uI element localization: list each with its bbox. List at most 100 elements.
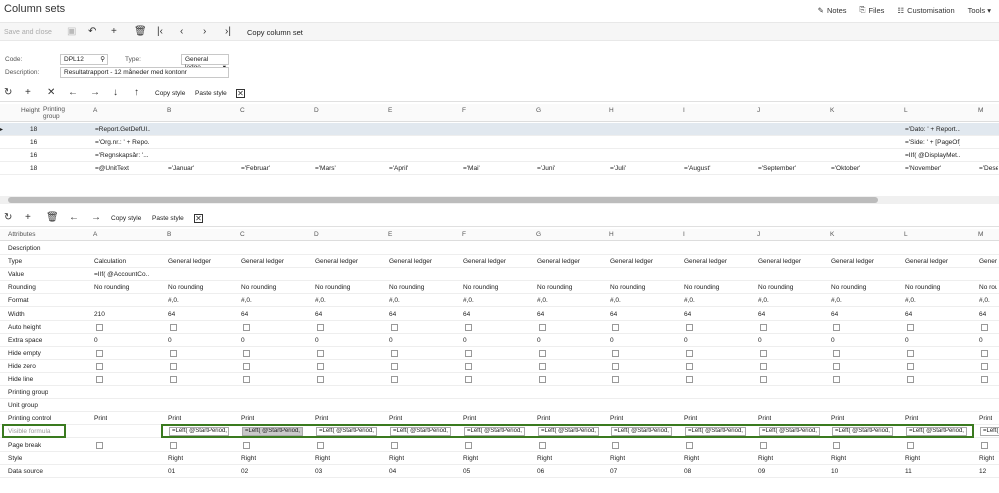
checkbox[interactable]: [907, 323, 914, 331]
checkbox[interactable]: [907, 376, 914, 383]
add-icon[interactable]: +: [111, 26, 117, 37]
code-field[interactable]: DPL12 ⚲: [60, 54, 108, 65]
checkbox[interactable]: [907, 441, 914, 449]
visible-formula-input[interactable]: =Left( @StartPeriod, 2...: [538, 427, 599, 437]
tools-menu[interactable]: Tools ▾: [968, 5, 991, 15]
description-field[interactable]: Resultatrapport - 12 måneder med kontonr: [60, 67, 229, 78]
save-close-button[interactable]: Save and close: [4, 29, 52, 36]
checkbox[interactable]: [760, 349, 767, 357]
clear-formatting-icon[interactable]: ✕: [236, 89, 245, 98]
checkbox[interactable]: [833, 362, 840, 370]
customisation-button[interactable]: ☷ Customisation: [897, 5, 954, 15]
checkbox[interactable]: [170, 376, 177, 383]
checkbox[interactable]: [539, 349, 546, 357]
arrow-left-icon[interactable]: ←: [69, 212, 79, 223]
horizontal-scrollbar[interactable]: [0, 196, 999, 204]
checkbox[interactable]: [317, 349, 324, 357]
checkbox[interactable]: [760, 362, 767, 370]
undo-icon[interactable]: ↶: [88, 26, 96, 37]
checkbox[interactable]: [170, 362, 177, 370]
checkbox[interactable]: [391, 441, 398, 449]
checkbox[interactable]: [170, 349, 177, 357]
visible-formula-input[interactable]: =Left( @StartPeriod, 2...: [759, 427, 820, 437]
checkbox[interactable]: [391, 376, 398, 383]
checkbox[interactable]: [170, 441, 177, 449]
refresh-icon[interactable]: ↻: [4, 212, 12, 223]
copy-style-button[interactable]: Copy style: [111, 215, 141, 222]
checkbox[interactable]: [981, 376, 988, 383]
table-row[interactable]: 18 =@UnitText ='Januar' ='Februar' ='Mars' ='…: [0, 162, 999, 175]
checkbox[interactable]: [612, 349, 619, 357]
checkbox[interactable]: [981, 349, 988, 357]
search-icon[interactable]: ⚲: [100, 56, 105, 64]
checkbox[interactable]: [243, 362, 250, 370]
checkbox[interactable]: [686, 441, 693, 449]
checkbox[interactable]: [96, 349, 103, 357]
checkbox[interactable]: [907, 349, 914, 357]
copy-column-set-button[interactable]: Copy column set: [247, 28, 303, 37]
visible-formula-input[interactable]: =Left( @StartPeriod, 2...: [685, 427, 746, 437]
checkbox[interactable]: [760, 376, 767, 383]
checkbox[interactable]: [686, 362, 693, 370]
checkbox[interactable]: [465, 441, 472, 449]
first-record-icon[interactable]: |‹: [157, 26, 163, 37]
save-icon[interactable]: ▣: [67, 26, 76, 37]
checkbox[interactable]: [96, 362, 103, 370]
checkbox[interactable]: [981, 441, 988, 449]
visible-formula-input[interactable]: =Left( @StartPeriod, 2...: [464, 427, 525, 437]
checkbox[interactable]: [686, 376, 693, 383]
visible-formula-input[interactable]: =Left( @StartPeriod, 2...: [832, 427, 893, 437]
previous-record-icon[interactable]: ‹: [180, 26, 183, 37]
notes-button[interactable]: ✎ Notes: [818, 5, 847, 15]
checkbox[interactable]: [96, 441, 103, 449]
visible-formula-input[interactable]: =Left( @StartPeriod, 2...: [242, 427, 303, 437]
table-row[interactable]: ▸ 18 =Report.GetDefUI... ='Dato: ' + Report…: [0, 123, 999, 136]
checkbox[interactable]: [465, 349, 472, 357]
delete-icon[interactable]: 🗑: [134, 26, 147, 37]
checkbox[interactable]: [981, 323, 988, 331]
checkbox[interactable]: [907, 362, 914, 370]
checkbox[interactable]: [833, 376, 840, 383]
files-button[interactable]: ⎘ Files: [860, 5, 885, 15]
checkbox[interactable]: [612, 323, 619, 331]
checkbox[interactable]: [612, 441, 619, 449]
arrow-up-icon[interactable]: ↑: [134, 87, 139, 98]
visible-formula-input[interactable]: =Left( @StartPeriod, 2...: [169, 427, 229, 437]
table-row[interactable]: 16 ='Org.nr.: ' + Repo... ='Side: ' + [Pag…: [0, 136, 999, 149]
visible-formula-input[interactable]: =Left( @StartPeriod, 2...: [906, 427, 967, 437]
scrollbar-thumb[interactable]: [8, 197, 878, 203]
arrow-right-icon[interactable]: →: [90, 87, 100, 98]
checkbox[interactable]: [243, 441, 250, 449]
arrow-right-icon[interactable]: →: [91, 212, 101, 223]
checkbox[interactable]: [981, 362, 988, 370]
visible-formula-input[interactable]: =Left( @StartPeriod, 2...: [316, 427, 377, 437]
checkbox[interactable]: [391, 362, 398, 370]
add-row-icon[interactable]: +: [25, 212, 31, 223]
checkbox[interactable]: [539, 362, 546, 370]
add-row-icon[interactable]: +: [25, 87, 31, 98]
checkbox[interactable]: [686, 349, 693, 357]
last-record-icon[interactable]: ›|: [225, 26, 231, 37]
checkbox[interactable]: [760, 441, 767, 449]
checkbox[interactable]: [833, 323, 840, 331]
copy-style-button[interactable]: Copy style: [155, 90, 185, 97]
checkbox[interactable]: [465, 376, 472, 383]
refresh-icon[interactable]: ↻: [4, 87, 12, 98]
checkbox[interactable]: [243, 323, 250, 331]
paste-style-button[interactable]: Paste style: [195, 90, 227, 97]
checkbox[interactable]: [833, 441, 840, 449]
visible-formula-input[interactable]: =Left( @StartPeriod, 2...: [390, 427, 451, 437]
checkbox[interactable]: [243, 376, 250, 383]
checkbox[interactable]: [465, 323, 472, 331]
checkbox[interactable]: [539, 323, 546, 331]
checkbox[interactable]: [170, 323, 177, 331]
table-row[interactable]: 16 ='Regnskapsår: '... =IIf( @DisplayMet..…: [0, 149, 999, 162]
delete-row-icon[interactable]: ✕: [47, 87, 55, 98]
type-select[interactable]: General ledge▾: [181, 54, 229, 71]
checkbox[interactable]: [243, 349, 250, 357]
checkbox[interactable]: [612, 362, 619, 370]
checkbox[interactable]: [96, 376, 103, 383]
visible-formula-input[interactable]: =Left(: [980, 427, 999, 437]
checkbox[interactable]: [539, 376, 546, 383]
checkbox[interactable]: [391, 349, 398, 357]
